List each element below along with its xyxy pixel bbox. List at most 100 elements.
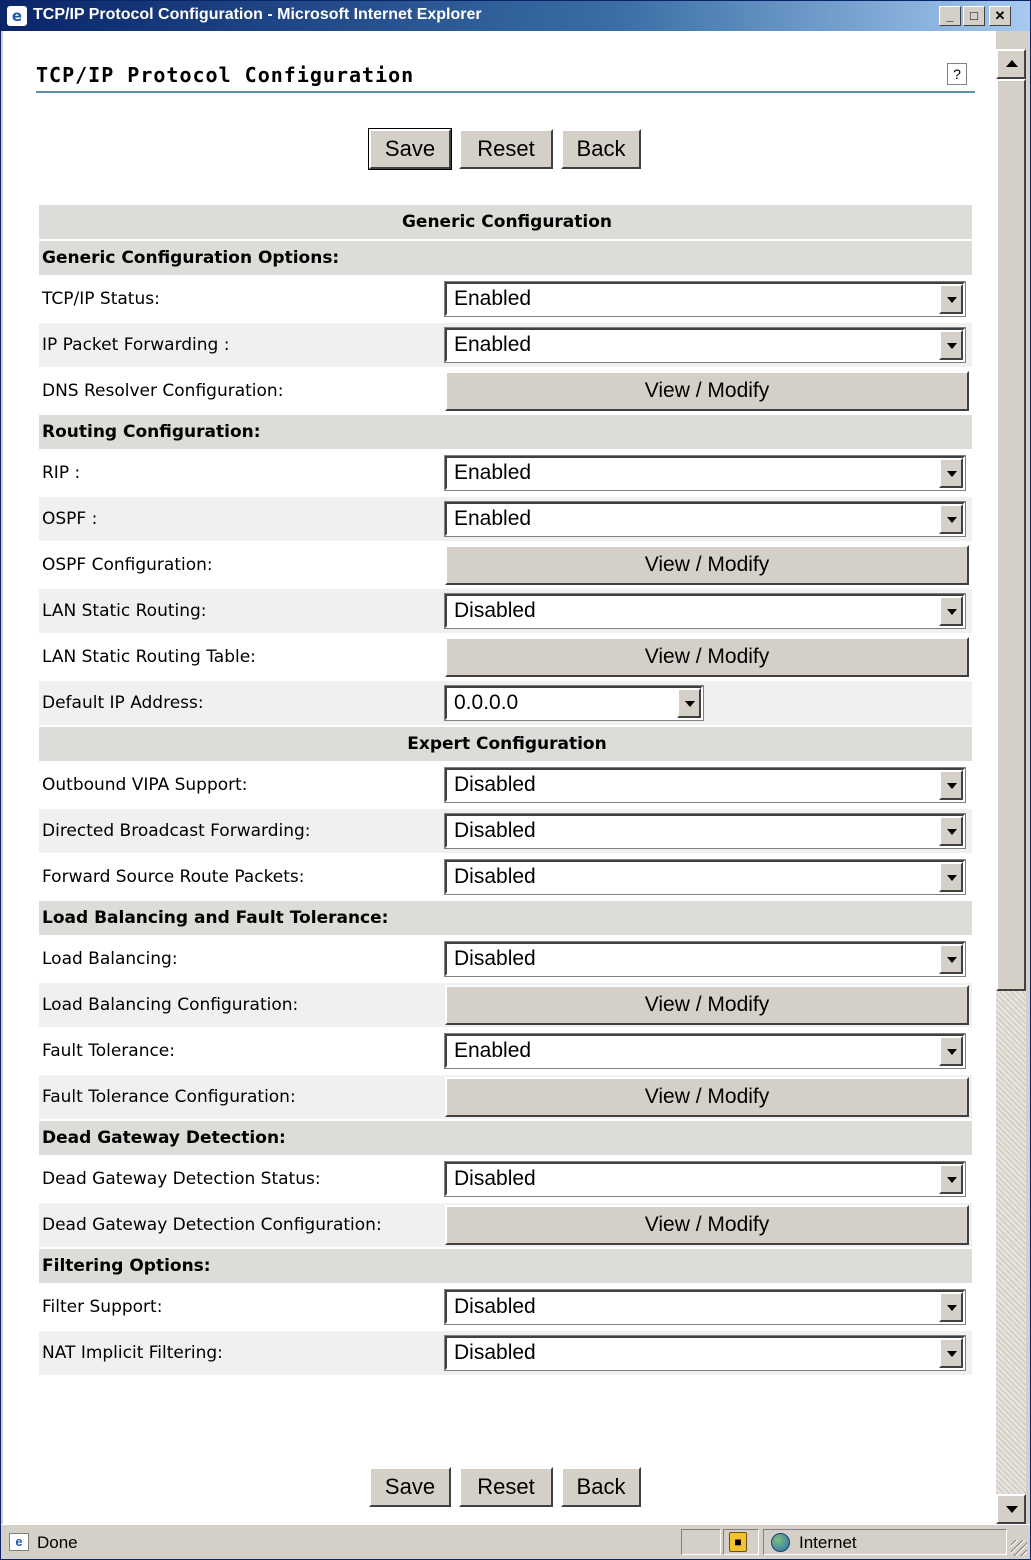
chevron-down-icon[interactable] xyxy=(939,816,963,846)
filter-support-select[interactable]: Disabled xyxy=(444,1289,966,1325)
section-title: Routing Configuration: xyxy=(39,415,972,449)
field-label: Load Balancing Configuration: xyxy=(39,983,445,1027)
chevron-down-icon[interactable] xyxy=(939,1164,963,1194)
row-rip: RIP : Enabled xyxy=(39,451,972,495)
row-ip-forwarding: IP Packet Forwarding : Enabled xyxy=(39,323,972,367)
forward-source-route-select[interactable]: Disabled xyxy=(444,859,966,895)
resize-grip-icon[interactable] xyxy=(1011,1540,1027,1556)
vertical-scrollbar[interactable] xyxy=(996,49,1026,1524)
back-button[interactable]: Back xyxy=(561,129,641,169)
chevron-down-icon[interactable] xyxy=(939,770,963,800)
field-label: OSPF : xyxy=(39,497,445,541)
title-bar: e TCP/IP Protocol Configuration - Micros… xyxy=(1,1,1030,31)
section-expert-configuration: Expert Configuration xyxy=(39,727,972,761)
reset-button[interactable]: Reset xyxy=(459,129,553,169)
minimize-button[interactable]: _ xyxy=(939,6,961,26)
page-content: TCP/IP Protocol Configuration ? Save Res… xyxy=(3,31,996,1524)
section-generic-options: Generic Configuration Options: xyxy=(39,241,972,275)
close-button[interactable]: ✕ xyxy=(989,6,1011,26)
field-label: Default IP Address: xyxy=(39,681,445,725)
scrollbar-thumb[interactable] xyxy=(996,79,1026,991)
select-value: Enabled xyxy=(454,1039,532,1062)
lan-static-routing-select[interactable]: Disabled xyxy=(444,593,966,629)
chevron-down-icon[interactable] xyxy=(939,1036,963,1066)
lan-static-routing-table-view-modify-button[interactable]: View / Modify xyxy=(445,637,969,677)
select-value: Disabled xyxy=(454,1341,536,1364)
directed-broadcast-select[interactable]: Disabled xyxy=(444,813,966,849)
row-directed-broadcast: Directed Broadcast Forwarding: Disabled xyxy=(39,809,972,853)
chevron-down-icon[interactable] xyxy=(939,284,963,314)
section-generic-configuration: Generic Configuration xyxy=(39,205,972,239)
scroll-down-arrow-icon[interactable] xyxy=(996,1494,1026,1524)
select-value: Disabled xyxy=(454,947,536,970)
save-button[interactable]: Save xyxy=(368,128,452,170)
chevron-down-icon[interactable] xyxy=(939,596,963,626)
outbound-vipa-select[interactable]: Disabled xyxy=(444,767,966,803)
select-value: Disabled xyxy=(454,1167,536,1190)
field-label: Fault Tolerance: xyxy=(42,1041,175,1061)
row-forward-source-route: Forward Source Route Packets: Disabled xyxy=(39,855,972,899)
save-button[interactable]: Save xyxy=(369,1467,451,1507)
dead-gateway-view-modify-button[interactable]: View / Modify xyxy=(445,1205,969,1245)
chevron-down-icon[interactable] xyxy=(939,504,963,534)
ip-forwarding-select[interactable]: Enabled xyxy=(444,327,966,363)
ospf-select[interactable]: Enabled xyxy=(444,501,966,537)
field-label: Directed Broadcast Forwarding: xyxy=(39,809,445,853)
fault-tolerance-select[interactable]: Enabled xyxy=(444,1033,966,1069)
load-balancing-select[interactable]: Disabled xyxy=(444,941,966,977)
field-label: LAN Static Routing: xyxy=(39,589,445,633)
section-routing-configuration: Routing Configuration: xyxy=(39,415,972,449)
row-lan-static-routing-table: LAN Static Routing Table: View / Modify xyxy=(39,635,972,679)
scroll-up-arrow-icon[interactable] xyxy=(996,49,1026,79)
tcpip-status-select[interactable]: Enabled xyxy=(444,281,966,317)
section-dead-gateway-detection: Dead Gateway Detection: xyxy=(39,1121,972,1155)
back-button[interactable]: Back xyxy=(561,1467,641,1507)
select-value: Enabled xyxy=(454,507,532,530)
reset-button[interactable]: Reset xyxy=(459,1467,553,1507)
row-fault-tolerance: Fault Tolerance: Enabled xyxy=(39,1029,972,1073)
nat-implicit-filtering-select[interactable]: Disabled xyxy=(444,1335,966,1371)
chevron-down-icon[interactable] xyxy=(939,944,963,974)
field-label: IP Packet Forwarding : xyxy=(39,323,445,367)
select-value: 0.0.0.0 xyxy=(454,691,519,714)
load-balancing-view-modify-button[interactable]: View / Modify xyxy=(445,985,969,1025)
fault-tolerance-view-modify-button[interactable]: View / Modify xyxy=(445,1077,969,1117)
section-load-balancing: Load Balancing and Fault Tolerance: xyxy=(39,901,972,935)
dead-gateway-status-select[interactable]: Disabled xyxy=(444,1161,966,1197)
row-dns-resolver: DNS Resolver Configuration: View / Modif… xyxy=(39,369,972,413)
row-ospf-configuration: OSPF Configuration: View / Modify xyxy=(39,543,972,587)
chevron-down-icon[interactable] xyxy=(939,862,963,892)
select-value: Enabled xyxy=(454,333,532,356)
help-icon[interactable]: ? xyxy=(947,63,967,85)
chevron-down-icon[interactable] xyxy=(939,330,963,360)
select-value: Enabled xyxy=(454,287,532,310)
field-label: Load Balancing: xyxy=(42,949,178,969)
default-ip-address-select[interactable]: 0.0.0.0 xyxy=(444,685,704,721)
field-label: Filter Support: xyxy=(42,1297,163,1317)
security-zone-text: Internet xyxy=(799,1533,857,1552)
section-title: Filtering Options: xyxy=(39,1249,972,1283)
field-label: DNS Resolver Configuration: xyxy=(42,381,284,401)
dns-resolver-view-modify-button[interactable]: View / Modify xyxy=(445,371,969,411)
internet-globe-icon xyxy=(771,1533,790,1552)
chevron-down-icon[interactable] xyxy=(939,458,963,488)
row-lan-static-routing: LAN Static Routing: Disabled xyxy=(39,589,972,633)
section-title: Load Balancing and Fault Tolerance: xyxy=(39,901,972,935)
chevron-down-icon[interactable] xyxy=(939,1292,963,1322)
row-dead-gateway-configuration: Dead Gateway Detection Configuration: Vi… xyxy=(39,1203,972,1247)
ospf-view-modify-button[interactable]: View / Modify xyxy=(445,545,969,585)
browser-window: e TCP/IP Protocol Configuration - Micros… xyxy=(0,0,1031,1560)
select-value: Disabled xyxy=(454,773,536,796)
window-title: TCP/IP Protocol Configuration - Microsof… xyxy=(33,6,482,23)
maximize-button[interactable]: □ xyxy=(963,6,985,26)
field-label: OSPF Configuration: xyxy=(42,555,213,575)
status-panel xyxy=(681,1529,721,1555)
select-value: Disabled xyxy=(454,1295,536,1318)
title-divider xyxy=(36,91,975,93)
field-label: NAT Implicit Filtering: xyxy=(39,1331,445,1375)
ie-icon: e xyxy=(7,6,27,26)
select-value: Disabled xyxy=(454,599,536,622)
chevron-down-icon[interactable] xyxy=(677,688,701,718)
rip-select[interactable]: Enabled xyxy=(444,455,966,491)
chevron-down-icon[interactable] xyxy=(939,1338,963,1368)
